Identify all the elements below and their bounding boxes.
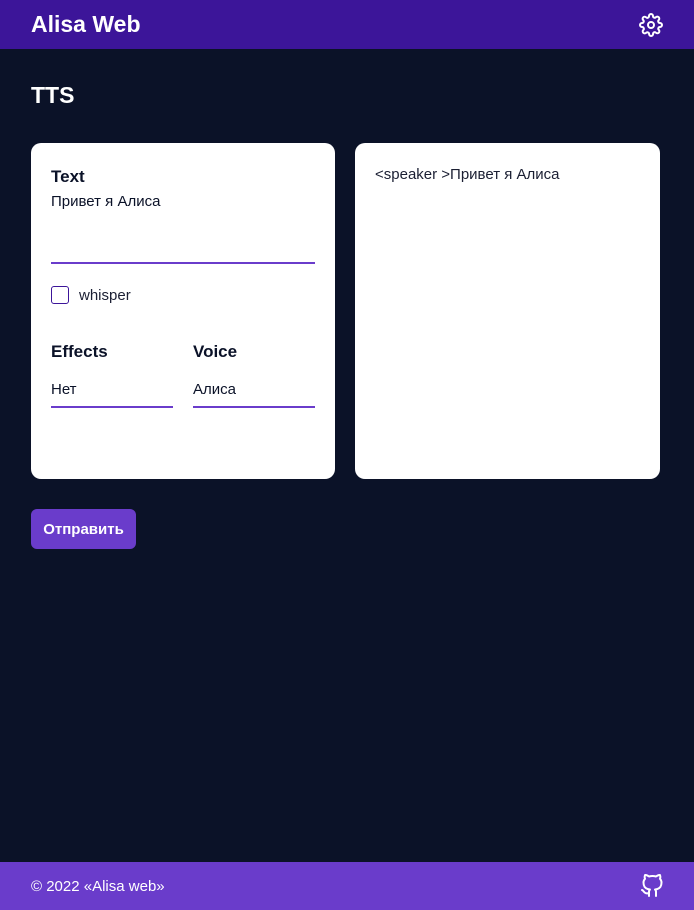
tts-form-card: Text Привет я Алиса whisper Effects Нет … <box>31 143 335 479</box>
app-footer: © 2022 «Alisa web» <box>0 862 694 910</box>
page-title: TTS <box>31 82 75 108</box>
whisper-label: whisper <box>79 286 131 304</box>
submit-button[interactable]: Отправить <box>31 509 136 549</box>
text-input[interactable]: Привет я Алиса <box>51 193 315 264</box>
whisper-checkbox[interactable]: whisper <box>51 286 131 304</box>
copyright-text: © 2022 «Alisa web» <box>31 877 165 895</box>
github-link[interactable] <box>639 873 665 899</box>
voice-select[interactable]: Алиса <box>193 371 315 408</box>
text-label: Text <box>51 167 85 186</box>
voice-label: Voice <box>193 342 238 361</box>
app-header: Alisa Web <box>0 0 694 49</box>
github-icon <box>641 874 663 897</box>
settings-button[interactable] <box>638 12 664 38</box>
gear-icon <box>639 12 663 37</box>
output-card: <speaker >Привет я Алиса <box>355 143 660 479</box>
effects-select[interactable]: Нет <box>51 371 173 408</box>
effects-label: Effects <box>51 342 108 361</box>
ssml-output: <speaker >Привет я Алиса <box>375 166 560 183</box>
app-title: Alisa Web <box>31 11 141 37</box>
checkbox-box[interactable] <box>51 286 69 304</box>
